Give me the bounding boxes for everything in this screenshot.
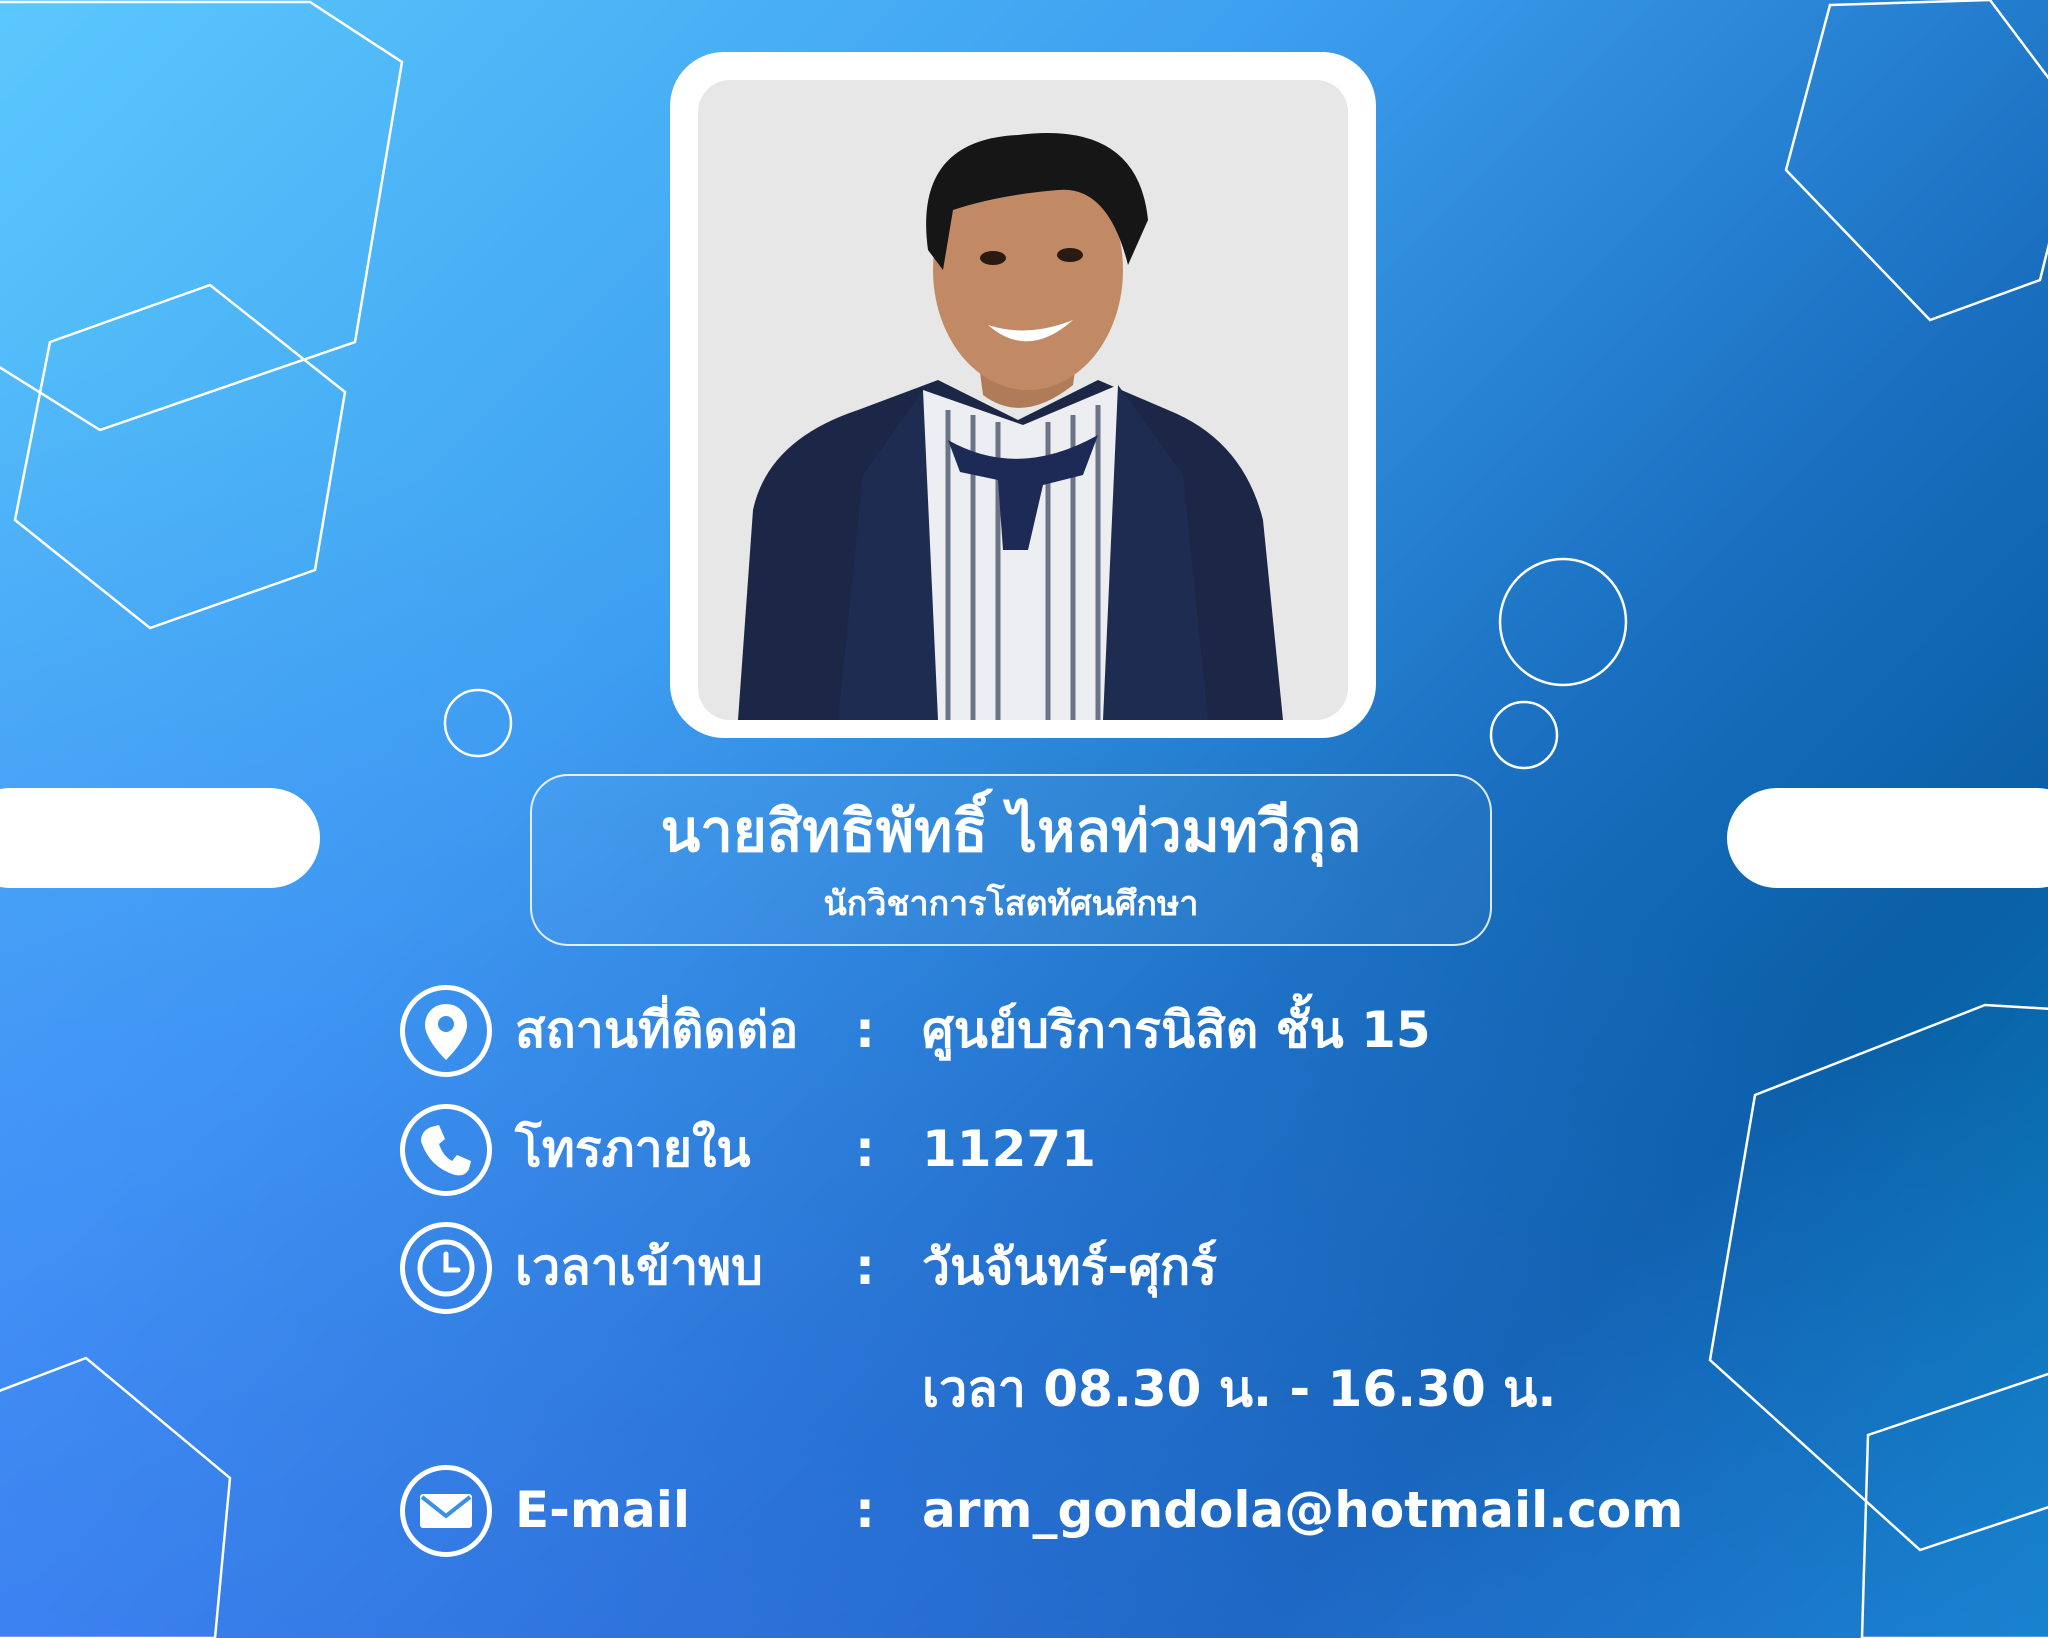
- phone-value: 11271: [922, 1120, 1096, 1178]
- location-separator: :: [855, 1001, 875, 1059]
- location-label: สถานที่ติดต่อ: [515, 1001, 799, 1059]
- circle-outline: [1489, 700, 1559, 770]
- profile-card: นายสิทธิพัทธิ์ ไหลท่วมทวีกุล นักวิชาการโ…: [0, 0, 2048, 1638]
- hours-days: วันจันทร์-ศุกร์: [922, 1238, 1218, 1296]
- hexagon-outline: [1784, 0, 2048, 322]
- contact-row-email: E-mail : arm_gondola@hotmail.com: [0, 1465, 2048, 1565]
- email-separator: :: [855, 1481, 875, 1539]
- circle-outline: [1498, 557, 1628, 687]
- hexagon-outline: [0, 0, 404, 432]
- name-box: นายสิทธิพัทธิ์ ไหลท่วมทวีกุล นักวิชาการโ…: [530, 774, 1492, 946]
- contact-row-location: สถานที่ติดต่อ : ศูนย์บริการนิสิต ชั้น 15: [0, 985, 2048, 1085]
- circle-outline: [443, 688, 513, 758]
- decorative-pill-left: [0, 788, 320, 888]
- envelope-icon: [400, 1465, 492, 1557]
- contact-row-hours-time: เวลา 08.30 น. - 16.30 น.: [0, 1344, 2048, 1444]
- hexagon-outline: [13, 283, 347, 630]
- phone-separator: :: [855, 1120, 875, 1178]
- hours-label: เวลาเข้าพบ: [515, 1238, 763, 1296]
- email-value[interactable]: arm_gondola@hotmail.com: [922, 1475, 1683, 1545]
- portrait-frame: [670, 52, 1376, 738]
- portrait-photo: [698, 80, 1348, 720]
- location-value: ศูนย์บริการนิสิต ชั้น 15: [922, 1001, 1431, 1059]
- contact-row-hours: เวลาเข้าพบ : วันจันทร์-ศุกร์: [0, 1222, 2048, 1322]
- phone-icon: [400, 1104, 492, 1196]
- contact-row-phone: โทรภายใน : 11271: [0, 1104, 2048, 1204]
- phone-label: โทรภายใน: [515, 1120, 751, 1178]
- email-label: E-mail: [515, 1481, 691, 1539]
- person-name: นายสิทธิพัทธิ์ ไหลท่วมทวีกุล: [660, 797, 1362, 865]
- decorative-pill-right: [1727, 788, 2048, 888]
- hours-separator: :: [855, 1238, 875, 1296]
- clock-icon: [400, 1222, 492, 1314]
- job-title: นักวิชาการโสตทัศนศึกษา: [823, 884, 1199, 924]
- location-pin-icon: [400, 985, 492, 1077]
- hours-time: เวลา 08.30 น. - 16.30 น.: [922, 1360, 1557, 1418]
